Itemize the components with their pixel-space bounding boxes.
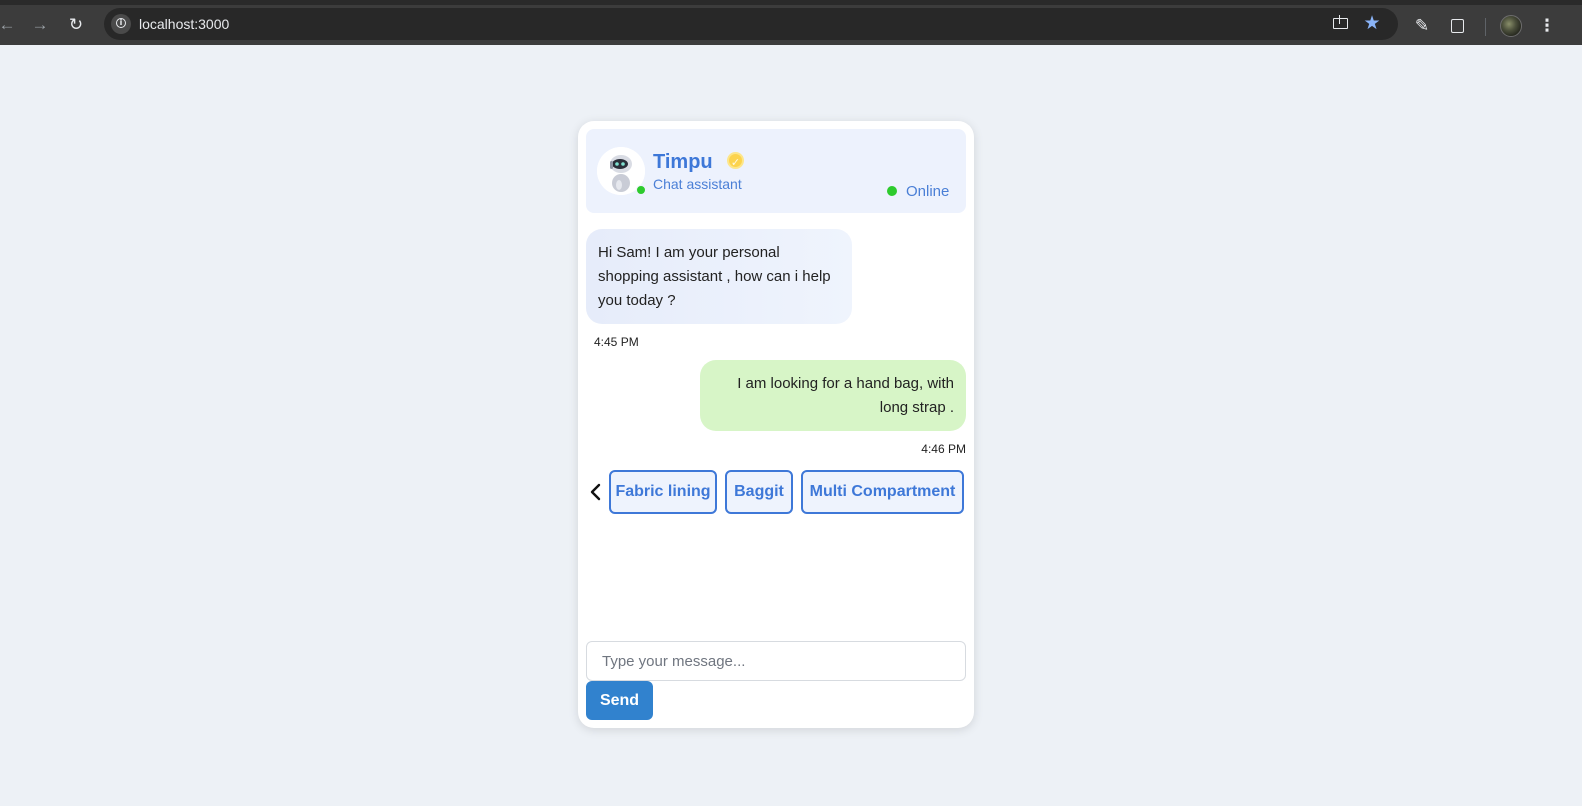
forward-arrow-icon[interactable]: → xyxy=(29,14,51,36)
chat-widget: Timpu ✓ Chat assistant Online Hi Sam! I … xyxy=(578,121,974,728)
eyedropper-icon[interactable]: ✎ xyxy=(1411,15,1433,37)
chevron-left-icon[interactable] xyxy=(588,482,604,502)
bot-message-time: 4:45 PM xyxy=(594,335,639,349)
kebab-menu-icon[interactable]: ⋮ xyxy=(1536,15,1558,37)
suggestion-chips: Fabric lining Baggit Multi Compartment xyxy=(586,470,966,514)
reload-icon[interactable]: ↻ xyxy=(65,14,87,36)
message-input[interactable] xyxy=(586,641,966,681)
user-message-time: 4:46 PM xyxy=(921,442,966,456)
address-bar[interactable]: localhost:3000 ★ xyxy=(104,8,1398,40)
profile-avatar[interactable] xyxy=(1500,15,1522,37)
online-status-label: Online xyxy=(906,183,950,200)
send-button[interactable]: Send xyxy=(586,681,653,720)
chat-header: Timpu ✓ Chat assistant Online xyxy=(586,129,966,213)
bookmark-star-icon[interactable]: ★ xyxy=(1362,14,1382,34)
online-status-dot xyxy=(887,186,897,196)
url-text[interactable]: localhost:3000 xyxy=(139,16,229,32)
site-info-icon[interactable] xyxy=(111,14,131,34)
install-app-icon[interactable] xyxy=(1331,14,1351,34)
back-arrow-icon[interactable]: ← xyxy=(0,14,18,36)
user-message-bubble: I am looking for a hand bag, with long s… xyxy=(700,360,966,431)
suggestion-chip-baggit[interactable]: Baggit xyxy=(725,470,793,514)
toolbar-divider xyxy=(1485,18,1486,36)
suggestion-chip-fabric-lining[interactable]: Fabric lining xyxy=(609,470,717,514)
browser-toolbar: ← → ↻ localhost:3000 ★ ✎ ⋮ xyxy=(0,0,1582,45)
bot-subtitle: Chat assistant xyxy=(653,176,742,192)
extensions-icon[interactable] xyxy=(1447,15,1469,37)
suggestion-chip-multi-compartment[interactable]: Multi Compartment xyxy=(801,470,964,514)
bot-name: Timpu xyxy=(653,151,713,173)
bot-message-bubble: Hi Sam! I am your personal shopping assi… xyxy=(586,229,852,324)
avatar-online-dot xyxy=(636,185,646,195)
verified-badge-icon: ✓ xyxy=(727,152,744,169)
